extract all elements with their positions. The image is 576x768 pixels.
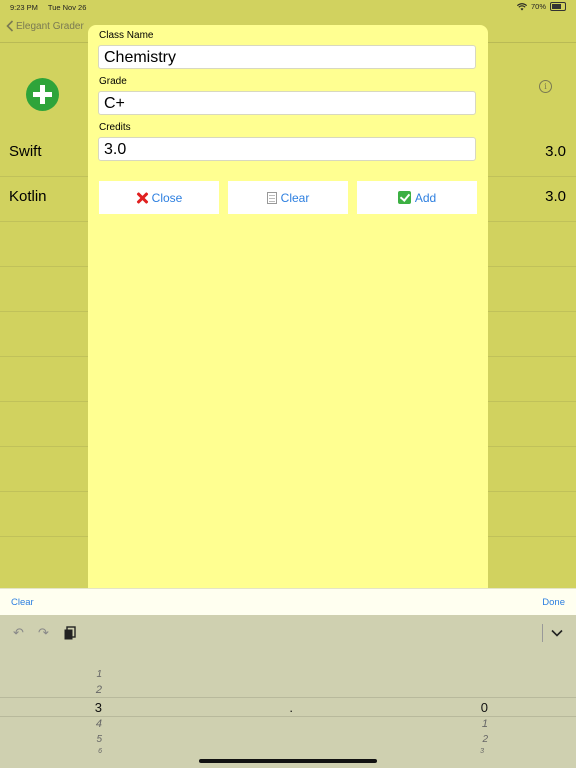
picker-decimal-point[interactable]: . xyxy=(285,700,293,715)
toolbar-clear-button[interactable]: Clear xyxy=(11,597,34,608)
grade-label: Grade xyxy=(99,76,127,87)
picker-option[interactable]: 1 xyxy=(474,718,488,730)
status-time: 9:23 PM xyxy=(10,3,38,12)
class-name-label: Class Name xyxy=(99,30,154,41)
chevron-down-icon[interactable] xyxy=(550,626,564,640)
chevron-left-icon xyxy=(6,20,14,32)
battery-icon xyxy=(550,2,566,11)
home-indicator xyxy=(199,759,377,763)
add-class-modal: Class Name Chemistry Grade C+ Credits 3.… xyxy=(88,25,488,588)
picker-option[interactable]: 4 xyxy=(88,718,102,730)
class-name: Swift xyxy=(9,143,42,160)
picker-option[interactable]: 2 xyxy=(88,684,102,696)
picker-option[interactable]: 1 xyxy=(88,669,102,680)
picker-option[interactable]: 5 xyxy=(88,734,102,745)
picker-selected-value[interactable]: 3 xyxy=(88,700,102,715)
close-icon xyxy=(136,192,148,204)
battery-percent: 70% xyxy=(530,2,546,11)
picker-option[interactable]: 2 xyxy=(474,734,488,745)
add-button[interactable]: Add xyxy=(357,181,477,214)
close-button-label: Close xyxy=(151,190,183,205)
toolbar-done-button[interactable]: Done xyxy=(542,597,565,608)
picker-option[interactable]: 3 xyxy=(470,748,484,755)
back-label: Elegant Grader xyxy=(16,20,84,32)
class-name: Kotlin xyxy=(9,188,47,205)
redo-icon[interactable]: ↷ xyxy=(38,626,52,640)
back-button[interactable]: Elegant Grader xyxy=(6,20,84,32)
info-icon[interactable]: i xyxy=(539,80,552,93)
toolbar-divider xyxy=(542,624,543,642)
paste-icon[interactable] xyxy=(63,626,77,640)
undo-icon[interactable]: ↶ xyxy=(13,626,27,640)
grade-field[interactable]: C+ xyxy=(98,91,476,115)
status-date: Tue Nov 26 xyxy=(47,3,87,12)
notepad-icon xyxy=(266,191,277,204)
status-bar: 9:23 PM Tue Nov 26 70% xyxy=(0,0,576,14)
add-button-label: Add xyxy=(414,190,437,205)
credits-label: Credits xyxy=(99,122,131,133)
class-credits: 3.0 xyxy=(545,188,566,205)
picker-selected-value[interactable]: 0 xyxy=(474,700,488,715)
close-button[interactable]: Close xyxy=(99,181,219,214)
class-name-field[interactable]: Chemistry xyxy=(98,45,476,69)
clear-button[interactable]: Clear xyxy=(228,181,348,214)
credits-field[interactable]: 3.0 xyxy=(98,137,476,161)
picker-option[interactable]: 6 xyxy=(88,748,102,755)
input-picker-area: ↶ ↷ xyxy=(0,615,576,768)
check-icon xyxy=(397,191,411,204)
clear-button-label: Clear xyxy=(280,190,310,205)
wifi-icon xyxy=(516,2,527,10)
class-credits: 3.0 xyxy=(545,143,566,160)
picker-toolbar: Clear Done xyxy=(0,588,576,616)
add-class-icon[interactable] xyxy=(26,78,59,111)
